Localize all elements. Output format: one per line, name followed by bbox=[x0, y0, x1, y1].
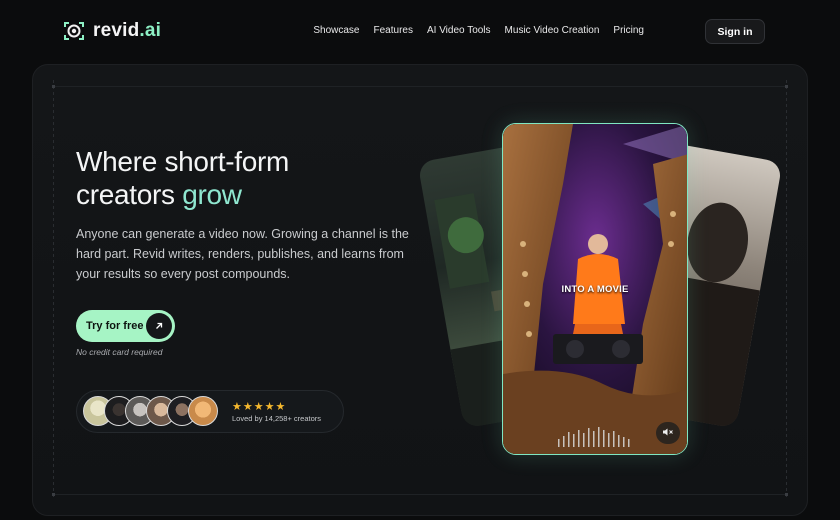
headline-line-1: Where short-form bbox=[76, 146, 290, 177]
guide-line-top bbox=[52, 86, 788, 87]
headline-accent-word: grow bbox=[182, 179, 242, 210]
star-icon: ★ bbox=[275, 401, 286, 413]
arrow-up-right-icon bbox=[146, 313, 172, 339]
nav-link-features[interactable]: Features bbox=[374, 25, 413, 36]
corner-marker bbox=[785, 85, 788, 88]
rating-stars: ★ ★ ★ ★ ★ bbox=[232, 402, 285, 413]
star-icon: ★ bbox=[242, 401, 253, 413]
top-nav: revid.ai Showcase Features AI Video Tool… bbox=[0, 0, 840, 64]
star-icon: ★ bbox=[264, 401, 275, 413]
social-proof-badge: ★ ★ ★ ★ ★ Loved by 14,258+ creators bbox=[76, 390, 344, 433]
nav-link-pricing[interactable]: Pricing bbox=[613, 25, 644, 36]
mute-button[interactable] bbox=[656, 422, 680, 444]
video-preview-phone[interactable]: INTO A MOVIE bbox=[502, 123, 688, 455]
video-caption: INTO A MOVIE bbox=[561, 284, 629, 295]
headline-line-2: creators bbox=[76, 179, 183, 210]
speaker-muted-icon bbox=[662, 427, 674, 439]
corner-marker bbox=[52, 85, 55, 88]
guide-line-bottom bbox=[52, 494, 788, 495]
guide-line-right bbox=[786, 80, 787, 500]
hero-description: Anyone can generate a video now. Growing… bbox=[76, 227, 409, 281]
guide-line-left bbox=[53, 80, 54, 500]
camera-logo-icon bbox=[63, 20, 85, 42]
nav-link-showcase[interactable]: Showcase bbox=[313, 25, 359, 36]
brand-name: revid.ai bbox=[93, 20, 162, 41]
hero-headline: Where short-form creators grow bbox=[76, 145, 289, 211]
nav-links: Showcase Features AI Video Tools Music V… bbox=[313, 25, 644, 36]
try-for-free-button[interactable]: Try for free bbox=[76, 310, 175, 342]
avatar bbox=[188, 396, 218, 426]
corner-marker bbox=[52, 493, 55, 496]
nav-link-ai-video-tools[interactable]: AI Video Tools bbox=[427, 25, 491, 36]
cta-label: Try for free bbox=[86, 320, 144, 332]
star-icon: ★ bbox=[253, 401, 264, 413]
star-icon: ★ bbox=[232, 401, 242, 413]
no-credit-card-note: No credit card required bbox=[76, 347, 163, 357]
loved-by-count: Loved by 14,258+ creators bbox=[232, 414, 322, 423]
nav-link-music-video-creation[interactable]: Music Video Creation bbox=[505, 25, 600, 36]
brand-logo[interactable]: revid.ai bbox=[63, 20, 161, 42]
corner-marker bbox=[785, 493, 788, 496]
sign-in-button[interactable]: Sign in bbox=[705, 19, 765, 44]
